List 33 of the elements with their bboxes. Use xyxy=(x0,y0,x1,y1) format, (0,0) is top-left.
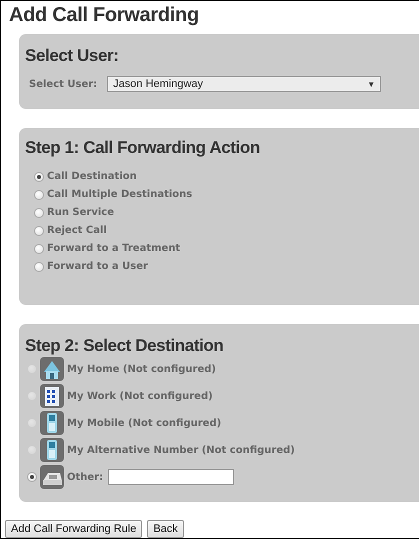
option-label: My Mobile (Not configured) xyxy=(67,418,222,429)
mobile-phone-icon xyxy=(40,438,64,462)
option-label: Forward to a User xyxy=(47,261,148,272)
desk-phone-icon xyxy=(40,465,64,490)
user-dropdown[interactable]: Jason Hemingway ▼ xyxy=(107,76,382,92)
input-field[interactable] xyxy=(108,469,234,486)
option-label: My Alternative Number (Not configured) xyxy=(67,444,295,456)
radio-button[interactable] xyxy=(34,226,44,236)
add-rule-button[interactable]: Add Call Forwarding Rule xyxy=(5,520,142,538)
mobile-phone-icon xyxy=(40,411,64,436)
radio-button[interactable] xyxy=(34,190,44,200)
option-label: My Home (Not configured) xyxy=(67,364,216,375)
option-label: Reject Call xyxy=(47,225,107,236)
radio-button[interactable] xyxy=(34,244,44,254)
option-label: Call Destination xyxy=(47,171,137,182)
option-label: My Work (Not configured) xyxy=(67,390,213,402)
option-label: Call Multiple Destinations xyxy=(47,189,192,200)
option-label: Run Service xyxy=(47,207,114,218)
panel-heading: Step 1: Call Forwarding Action xyxy=(25,138,261,158)
page-title: Add Call Forwarding xyxy=(9,3,200,27)
radio-button[interactable] xyxy=(34,208,44,218)
radio-button[interactable] xyxy=(34,172,44,182)
panel-heading: Select User: xyxy=(25,46,120,66)
back-button[interactable]: Back xyxy=(147,520,184,538)
panel-heading: Step 2: Select Destination xyxy=(25,336,224,356)
radio-button[interactable] xyxy=(34,262,44,272)
field-label: Select User: xyxy=(29,78,98,90)
option-label: Other: xyxy=(67,472,104,483)
caret-icon: ▼ xyxy=(367,80,376,88)
building-icon xyxy=(40,384,64,408)
option-label: Forward to a Treatment xyxy=(47,243,180,254)
house-icon xyxy=(40,357,64,382)
radio-button[interactable] xyxy=(27,472,37,482)
